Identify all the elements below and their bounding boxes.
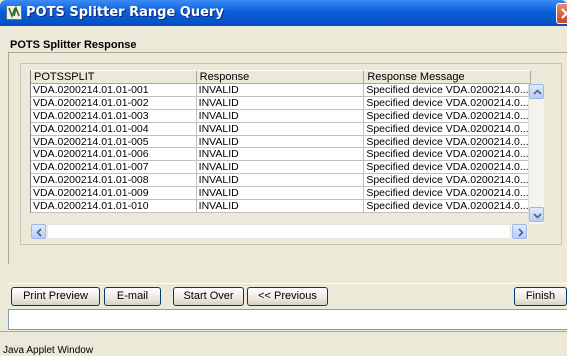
finish-button[interactable]: Finish xyxy=(514,287,567,306)
window-title: POTS Splitter Range Query xyxy=(26,5,224,20)
column-header-response-message[interactable]: Response Message xyxy=(364,70,532,84)
print-preview-button[interactable]: Print Preview xyxy=(11,287,100,306)
cell-response-message: Specified device VDA.0200214.0... xyxy=(364,174,532,188)
table-row[interactable]: VDA.0200214.01.01-005 INVALID Specified de… xyxy=(31,135,532,149)
cell-response: INVALID xyxy=(196,109,365,123)
column-header-response[interactable]: Response xyxy=(196,70,365,84)
section-title: POTS Splitter Response xyxy=(10,39,137,51)
cell-response: INVALID xyxy=(196,161,365,175)
table-row[interactable]: VDA.0200214.01.01-004 INVALID Specified de… xyxy=(31,122,532,136)
horizontal-scrollbar[interactable] xyxy=(31,224,528,239)
cell-response-message: Specified device VDA.0200214.0... xyxy=(364,161,532,175)
vertical-scrollbar[interactable] xyxy=(528,84,544,224)
cell-response-message: Specified device VDA.0200214.0... xyxy=(364,148,532,162)
java-applet-icon xyxy=(6,5,22,20)
arrow-left-icon[interactable] xyxy=(31,224,46,239)
applet-footer: Java Applet Window xyxy=(0,331,567,356)
cell-response-message: Specified device VDA.0200214.0... xyxy=(364,122,532,136)
cell-potssplit: VDA.0200214.01.01-005 xyxy=(31,135,197,149)
cell-potssplit: VDA.0200214.01.01-007 xyxy=(31,161,197,175)
status-field xyxy=(8,309,567,330)
close-icon[interactable] xyxy=(556,3,567,24)
cell-response: INVALID xyxy=(196,200,365,213)
cell-potssplit: VDA.0200214.01.01-002 xyxy=(31,96,197,110)
cell-response-message: Specified device VDA.0200214.0... xyxy=(364,135,532,149)
table-row[interactable]: VDA.0200214.01.01-008 INVALID Specified de… xyxy=(31,174,532,188)
horizontal-scroll-thumb[interactable] xyxy=(47,224,511,239)
cell-response: INVALID xyxy=(196,84,365,97)
cell-response: INVALID xyxy=(196,122,365,136)
cell-response: INVALID xyxy=(196,135,365,149)
cell-response: INVALID xyxy=(196,174,365,188)
cell-potssplit: VDA.0200214.01.01-001 xyxy=(31,84,197,97)
title-bar[interactable]: POTS Splitter Range Query xyxy=(0,0,567,26)
table-row[interactable]: VDA.0200214.01.01-007 INVALID Specified de… xyxy=(31,161,532,175)
email-button[interactable]: E-mail xyxy=(104,287,161,306)
cell-response-message: Specified device VDA.0200214.0... xyxy=(364,84,532,97)
cell-response-message: Specified device VDA.0200214.0... xyxy=(364,200,532,213)
previous-button[interactable]: << Previous xyxy=(247,287,328,306)
footer-label: Java Applet Window xyxy=(3,345,94,356)
cell-potssplit: VDA.0200214.01.01-004 xyxy=(31,122,197,136)
cell-response-message: Specified device VDA.0200214.0... xyxy=(364,187,532,201)
column-header-potssplit[interactable]: POTSSPLIT xyxy=(31,70,197,84)
table-row[interactable]: VDA.0200214.01.01-009 INVALID Specified de… xyxy=(31,187,532,201)
response-table[interactable]: POTSSPLIT Response Response Message VDA.… xyxy=(30,70,532,213)
cell-response-message: Specified device VDA.0200214.0... xyxy=(364,96,532,110)
arrow-up-icon[interactable] xyxy=(529,84,544,99)
table-row[interactable]: VDA.0200214.01.01-006 INVALID Specified de… xyxy=(31,148,532,162)
table-row[interactable]: VDA.0200214.01.01-003 INVALID Specified de… xyxy=(31,109,532,123)
cell-potssplit: VDA.0200214.01.01-006 xyxy=(31,148,197,162)
cell-potssplit: VDA.0200214.01.01-010 xyxy=(31,200,197,213)
arrow-down-icon[interactable] xyxy=(529,207,544,222)
cell-response: INVALID xyxy=(196,148,365,162)
cell-potssplit: VDA.0200214.01.01-008 xyxy=(31,174,197,188)
table-row[interactable]: VDA.0200214.01.01-002 INVALID Specified de… xyxy=(31,96,532,110)
table-header: POTSSPLIT Response Response Message xyxy=(31,70,532,84)
cell-potssplit: VDA.0200214.01.01-009 xyxy=(31,187,197,201)
table-row[interactable]: VDA.0200214.01.01-010 INVALID Specified de… xyxy=(31,200,532,213)
table-row[interactable]: VDA.0200214.01.01-001 INVALID Specified de… xyxy=(31,84,532,97)
cell-response: INVALID xyxy=(196,96,365,110)
cell-potssplit: VDA.0200214.01.01-003 xyxy=(31,109,197,123)
cell-response: INVALID xyxy=(196,187,365,201)
cell-response-message: Specified device VDA.0200214.0... xyxy=(364,109,532,123)
start-over-button[interactable]: Start Over xyxy=(173,287,244,306)
arrow-right-icon[interactable] xyxy=(512,224,527,239)
divider xyxy=(8,283,567,284)
